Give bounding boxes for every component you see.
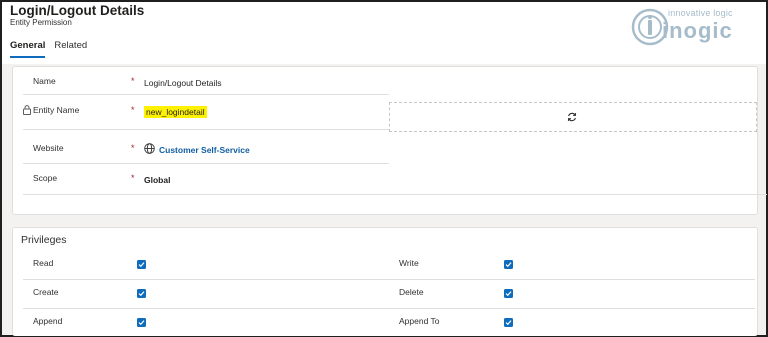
website-link[interactable]: Customer Self-Service bbox=[159, 145, 250, 155]
field-row-name: Name * Login/Logout Details bbox=[23, 67, 389, 95]
privilege-label: Create bbox=[33, 287, 59, 297]
privilege-label: Append bbox=[33, 316, 63, 326]
field-label: Scope bbox=[33, 173, 58, 183]
general-section: Name * Login/Logout Details Entity Name … bbox=[12, 66, 767, 215]
privilege-label: Delete bbox=[399, 287, 424, 297]
privilege-row-read: Read bbox=[23, 251, 389, 280]
privilege-label: Read bbox=[33, 258, 54, 268]
section-title: Privileges bbox=[21, 234, 67, 246]
field-label: Name bbox=[33, 76, 56, 86]
window-frame: Login/Logout Details Entity Permission G… bbox=[0, 0, 768, 337]
privileges-section: Privileges Read Write Create Delete Appe… bbox=[12, 227, 758, 336]
globe-icon bbox=[144, 143, 155, 154]
entity-name-field[interactable]: new_logindetail bbox=[144, 106, 207, 118]
logo-wordmark: inogic bbox=[662, 18, 733, 43]
field-label: Website bbox=[33, 143, 64, 153]
required-indicator: * bbox=[131, 173, 135, 183]
tab-related[interactable]: Related bbox=[54, 39, 87, 58]
scope-field[interactable]: Global bbox=[144, 175, 170, 185]
create-checkbox[interactable] bbox=[137, 289, 146, 298]
form-header: Login/Logout Details Entity Permission G… bbox=[2, 2, 766, 64]
privilege-row-append-to: Append To bbox=[389, 309, 755, 337]
append-checkbox[interactable] bbox=[137, 318, 146, 327]
privilege-row-delete: Delete bbox=[389, 280, 755, 309]
required-indicator: * bbox=[131, 143, 135, 153]
logo-tagline: innovative logic bbox=[668, 8, 733, 18]
entity-type-label: Entity Permission bbox=[10, 18, 72, 27]
lock-icon bbox=[23, 105, 31, 115]
loading-placeholder bbox=[389, 102, 757, 132]
name-field[interactable]: Login/Logout Details bbox=[144, 78, 222, 88]
field-label: Entity Name bbox=[33, 105, 80, 115]
write-checkbox[interactable] bbox=[504, 260, 513, 269]
refresh-icon bbox=[567, 112, 577, 122]
privilege-row-create: Create bbox=[23, 280, 389, 309]
privilege-row-write: Write bbox=[389, 251, 755, 280]
delete-checkbox[interactable] bbox=[504, 289, 513, 298]
privilege-label: Write bbox=[399, 258, 419, 268]
append-to-checkbox[interactable] bbox=[504, 318, 513, 327]
field-row-website: Website * Customer Self-Service bbox=[23, 130, 389, 164]
field-row-scope: Scope * Global bbox=[23, 164, 767, 195]
required-indicator: * bbox=[131, 76, 135, 86]
tab-list: General Related bbox=[10, 39, 87, 59]
privilege-label: Append To bbox=[399, 316, 440, 326]
read-checkbox[interactable] bbox=[137, 260, 146, 269]
field-row-entity-name: Entity Name * new_logindetail bbox=[23, 95, 389, 130]
tab-general[interactable]: General bbox=[10, 39, 46, 58]
page-title: Login/Logout Details bbox=[10, 3, 145, 18]
privilege-row-append: Append bbox=[23, 309, 389, 337]
required-indicator: * bbox=[131, 105, 135, 115]
